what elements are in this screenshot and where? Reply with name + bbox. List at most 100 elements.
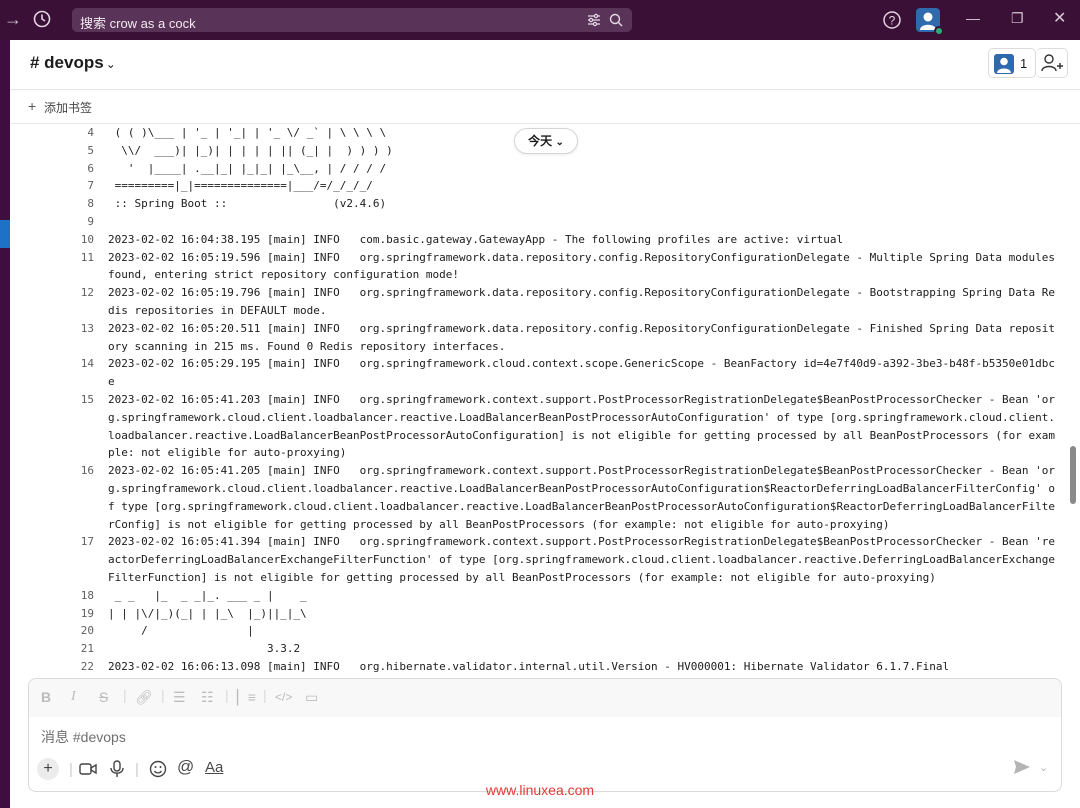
log-line: 7 =========|_|==============|___/=/_/_/_… — [66, 177, 1056, 195]
user-avatar[interactable] — [916, 8, 944, 36]
log-text: 3.3.2 — [108, 642, 301, 656]
channel-header: # devops ⌄ 1 — [10, 40, 1080, 90]
history-icon[interactable] — [32, 9, 52, 29]
forward-arrow-icon[interactable]: → — [4, 9, 22, 30]
help-icon[interactable]: ? — [882, 10, 902, 30]
date-divider-pill[interactable]: 今天 ⌄ — [514, 128, 578, 154]
log-text: / | — [108, 624, 254, 638]
log-text: 2023-02-02 16:05:41.394 [main] INFO org.… — [108, 535, 1056, 584]
log-text: \\/ ___)| |_)| | | | | || (_| | ) ) ) ) — [108, 143, 393, 157]
formatting-toggle-icon[interactable]: Aa — [205, 759, 223, 776]
log-text: _ _ |_ _ _|_. ___ _ | _ — [108, 588, 307, 602]
log-line: 9 — [66, 213, 1056, 231]
ordered-list-icon[interactable]: ☰ — [173, 689, 186, 706]
message-input[interactable]: 消息 #devops — [41, 727, 126, 747]
plus-icon[interactable]: + — [28, 98, 36, 114]
scrollbar-thumb[interactable] — [1070, 446, 1076, 504]
log-text: 2023-02-02 16:04:38.195 [main] INFO com.… — [108, 232, 844, 246]
presence-dot — [934, 26, 944, 36]
log-line: 8 :: Spring Boot :: (v2.4.6) — [66, 195, 1056, 213]
minimize-icon[interactable]: — — [966, 10, 980, 26]
log-text: ' |____| .__|_| |_|_| |_\__, | / / / / — [108, 161, 387, 175]
log-text: :: Spring Boot :: (v2.4.6) — [108, 197, 387, 211]
bold-icon[interactable]: B — [41, 689, 51, 705]
filter-icon[interactable] — [586, 12, 602, 28]
close-icon[interactable]: ✕ — [1053, 8, 1066, 28]
attach-plus-button[interactable]: + — [37, 758, 59, 780]
log-line: 16 2023-02-02 16:05:41.205 [main] INFO or… — [66, 462, 1056, 533]
search-icon[interactable] — [608, 12, 624, 28]
line-number: 18 — [80, 588, 94, 602]
log-line: 19 | | |\/|_)(_| | |_\ |_)||_|_\ — [66, 605, 1056, 623]
message-composer: B I S | 🔗︎ | ☰ ☷ | ▏≡ | </> ▭ 消息 #devops… — [28, 678, 1062, 792]
line-number: 4 — [87, 126, 94, 139]
add-member-button[interactable] — [1036, 48, 1068, 78]
video-icon[interactable] — [79, 761, 97, 777]
bulleted-list-icon[interactable]: ☷ — [201, 689, 214, 706]
log-text: =========|_|==============|___/=/_/_/_/ — [108, 179, 373, 193]
blockquote-icon[interactable]: ▏≡ — [237, 689, 256, 706]
log-line: 22 2023-02-02 16:06:13.098 [main] INFO or… — [66, 658, 1056, 676]
line-number: 15 — [80, 392, 94, 406]
divider: | — [161, 687, 165, 703]
search-bar[interactable]: 搜索 crow as a cock — [72, 8, 632, 32]
line-number: 11 — [80, 250, 94, 264]
line-number: 21 — [80, 642, 94, 656]
code-block-icon[interactable]: ▭ — [305, 689, 318, 706]
link-icon[interactable]: 🔗︎ — [135, 689, 153, 706]
line-number: 13 — [80, 321, 94, 335]
chevron-down-icon: ⌄ — [105, 57, 116, 71]
log-line: 20 / | — [66, 622, 1056, 640]
line-number: 14 — [80, 357, 94, 371]
watermark-text: www.linuxea.com — [485, 782, 595, 798]
divider: | — [123, 687, 127, 703]
restore-icon[interactable]: ❐ — [1011, 10, 1024, 27]
italic-icon[interactable]: I — [71, 689, 76, 705]
log-text: 2023-02-02 16:06:13.098 [main] INFO org.… — [108, 659, 950, 673]
log-line: 17 2023-02-02 16:05:41.394 [main] INFO or… — [66, 533, 1056, 586]
line-number: 12 — [80, 286, 94, 300]
line-number: 20 — [80, 624, 94, 638]
member-avatar — [994, 54, 1014, 74]
chevron-down-icon: ⌄ — [555, 137, 564, 148]
strikethrough-icon[interactable]: S — [99, 689, 108, 705]
divider: | — [225, 687, 229, 703]
title-bar: → 搜索 crow as a cock ? — ❐ ✕ — [0, 0, 1080, 40]
workspace-sidebar — [0, 40, 10, 808]
code-icon[interactable]: </> — [275, 690, 292, 704]
user-icon — [997, 57, 1011, 73]
line-number: 22 — [80, 659, 94, 673]
log-text: | | |\/|_)(_| | |_\ |_)||_|_\ — [108, 606, 307, 620]
log-line: 6 ' |____| .__|_| |_|_| |_\__, | / / / / — [66, 160, 1056, 178]
line-number: 9 — [87, 214, 94, 228]
members-button[interactable]: 1 — [988, 48, 1036, 78]
add-bookmark-link[interactable]: 添加书签 — [44, 99, 92, 116]
message-log: 4 ( ( )\___ | '_ | '_| | '_ \/ _` | \ \ … — [66, 124, 1056, 680]
line-number: 7 — [87, 179, 94, 193]
send-options-icon[interactable]: ⌄ — [1039, 761, 1048, 774]
log-text: 2023-02-02 16:05:20.511 [main] INFO org.… — [108, 321, 1056, 353]
date-label: 今天 — [528, 134, 553, 148]
log-line: 11 2023-02-02 16:05:19.596 [main] INFO or… — [66, 249, 1056, 285]
bookmark-bar: + 添加书签 — [10, 90, 1080, 124]
mention-icon[interactable]: @ — [177, 757, 194, 777]
channel-view: # devops ⌄ 1 + 添加书签 4 ( ( )\___ | '_ | '_… — [10, 40, 1080, 808]
log-line: 12 2023-02-02 16:05:19.796 [main] INFO or… — [66, 284, 1056, 320]
microphone-icon[interactable] — [109, 760, 125, 778]
channel-name: # devops — [30, 53, 104, 72]
log-text: 2023-02-02 16:05:19.796 [main] INFO org.… — [108, 286, 1056, 317]
channel-title[interactable]: # devops ⌄ — [30, 53, 116, 73]
emoji-icon[interactable] — [149, 760, 167, 778]
line-number: 19 — [80, 606, 94, 620]
sidebar-active-marker — [0, 220, 10, 248]
log-line: 21 3.3.2 — [66, 640, 1056, 658]
send-icon[interactable] — [1013, 759, 1031, 775]
line-number: 17 — [80, 535, 94, 549]
log-line: 15 2023-02-02 16:05:41.203 [main] INFO or… — [66, 391, 1056, 462]
log-text: 2023-02-02 16:05:29.195 [main] INFO org.… — [108, 357, 1056, 389]
divider: | — [263, 687, 267, 703]
log-text: 2023-02-02 16:05:19.596 [main] INFO org.… — [108, 250, 1056, 282]
line-number: 16 — [80, 464, 94, 478]
log-line: 18 _ _ |_ _ _|_. ___ _ | _ — [66, 587, 1056, 605]
